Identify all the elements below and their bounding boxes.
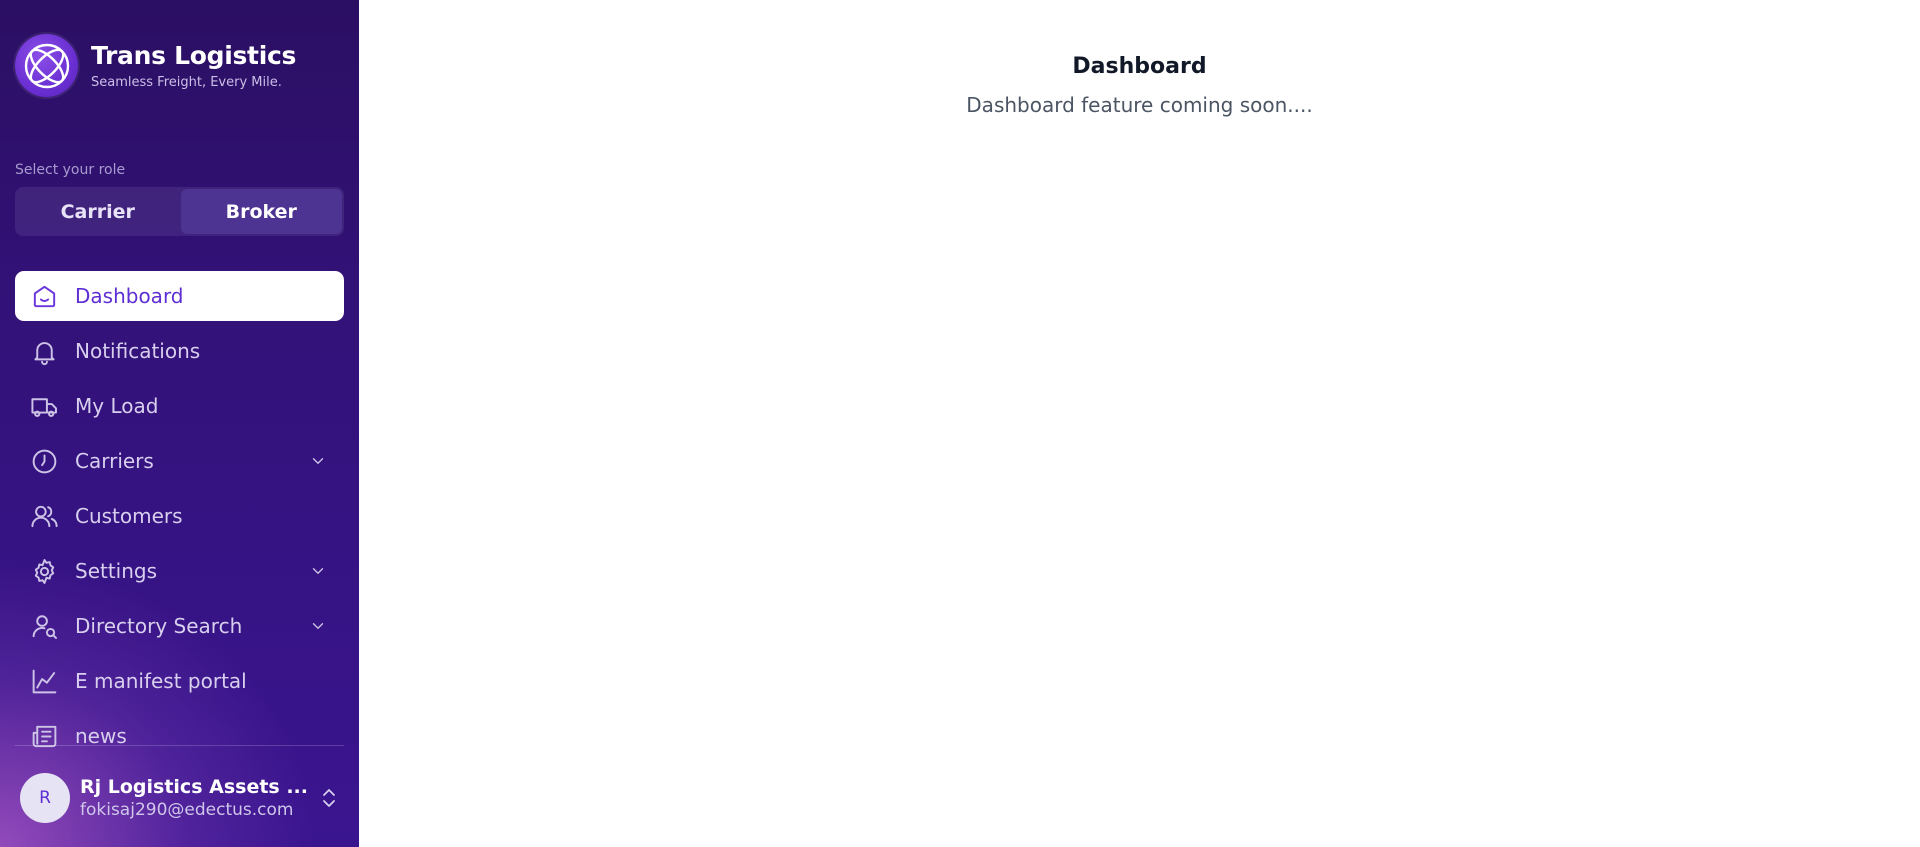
sidebar-item-label: Carriers — [75, 449, 154, 473]
line-chart-icon — [29, 666, 59, 696]
gear-icon — [29, 556, 59, 586]
user-text: Rj Logistics Assets ... fokisaj290@edect… — [80, 776, 318, 820]
avatar: R — [20, 773, 70, 823]
sidebar-item-label: Dashboard — [75, 284, 184, 308]
sidebar-item-label: Customers — [75, 504, 183, 528]
app-root: Trans Logistics Seamless Freight, Every … — [0, 0, 1920, 847]
chevron-down-icon[interactable] — [308, 561, 328, 581]
sidebar-item-carriers[interactable]: Carriers — [15, 436, 344, 486]
sidebar-item-label: Settings — [75, 559, 158, 583]
sidebar-item-e-manifest-portal[interactable]: E manifest portal — [15, 656, 344, 706]
chevrons-up-down-icon[interactable] — [318, 783, 340, 813]
newspaper-icon — [29, 721, 59, 751]
sidebar-item-notifications[interactable]: Notifications — [15, 326, 344, 376]
chevron-down-icon[interactable] — [308, 616, 328, 636]
truck-icon — [29, 391, 59, 421]
sidebar: Trans Logistics Seamless Freight, Every … — [0, 0, 359, 847]
role-carrier-button[interactable]: Carrier — [17, 189, 179, 234]
brand-text: Trans Logistics Seamless Freight, Every … — [91, 41, 296, 90]
user-email: fokisaj290@edectus.com — [80, 800, 294, 820]
page-subtitle: Dashboard feature coming soon.... — [966, 93, 1313, 117]
sidebar-item-my-load[interactable]: My Load — [15, 381, 344, 431]
sidebar-item-settings[interactable]: Settings — [15, 546, 344, 596]
user-name: Rj Logistics Assets ... — [80, 776, 308, 798]
globe-lattice-icon — [15, 34, 78, 97]
bell-icon — [29, 336, 59, 366]
main-content: Dashboard Dashboard feature coming soon.… — [359, 0, 1920, 847]
home-icon — [29, 281, 59, 311]
role-toggle: Carrier Broker — [15, 187, 344, 236]
brand-tagline: Seamless Freight, Every Mile. — [91, 75, 282, 90]
sidebar-item-dashboard[interactable]: Dashboard — [15, 271, 344, 321]
users-icon — [29, 501, 59, 531]
sidebar-item-customers[interactable]: Customers — [15, 491, 344, 541]
page-title: Dashboard — [1072, 54, 1207, 79]
clock-icon — [29, 446, 59, 476]
brand[interactable]: Trans Logistics Seamless Freight, Every … — [15, 34, 296, 97]
sidebar-item-label: E manifest portal — [75, 669, 247, 693]
role-broker-button[interactable]: Broker — [180, 189, 342, 234]
sidebar-item-label: Directory Search — [75, 614, 243, 638]
chevron-down-icon[interactable] — [308, 451, 328, 471]
sidebar-item-label: Notifications — [75, 339, 201, 363]
brand-title: Trans Logistics — [91, 41, 297, 70]
sidebar-nav: Dashboard Notifications My Load Carriers — [15, 271, 344, 766]
sidebar-item-news[interactable]: news — [15, 711, 344, 761]
sidebar-item-label: My Load — [75, 394, 159, 418]
sidebar-item-directory-search[interactable]: Directory Search — [15, 601, 344, 651]
user-profile[interactable]: R Rj Logistics Assets ... fokisaj290@ede… — [20, 772, 340, 824]
sidebar-divider — [15, 745, 344, 746]
user-search-icon — [29, 611, 59, 641]
role-label: Select your role — [15, 162, 126, 178]
